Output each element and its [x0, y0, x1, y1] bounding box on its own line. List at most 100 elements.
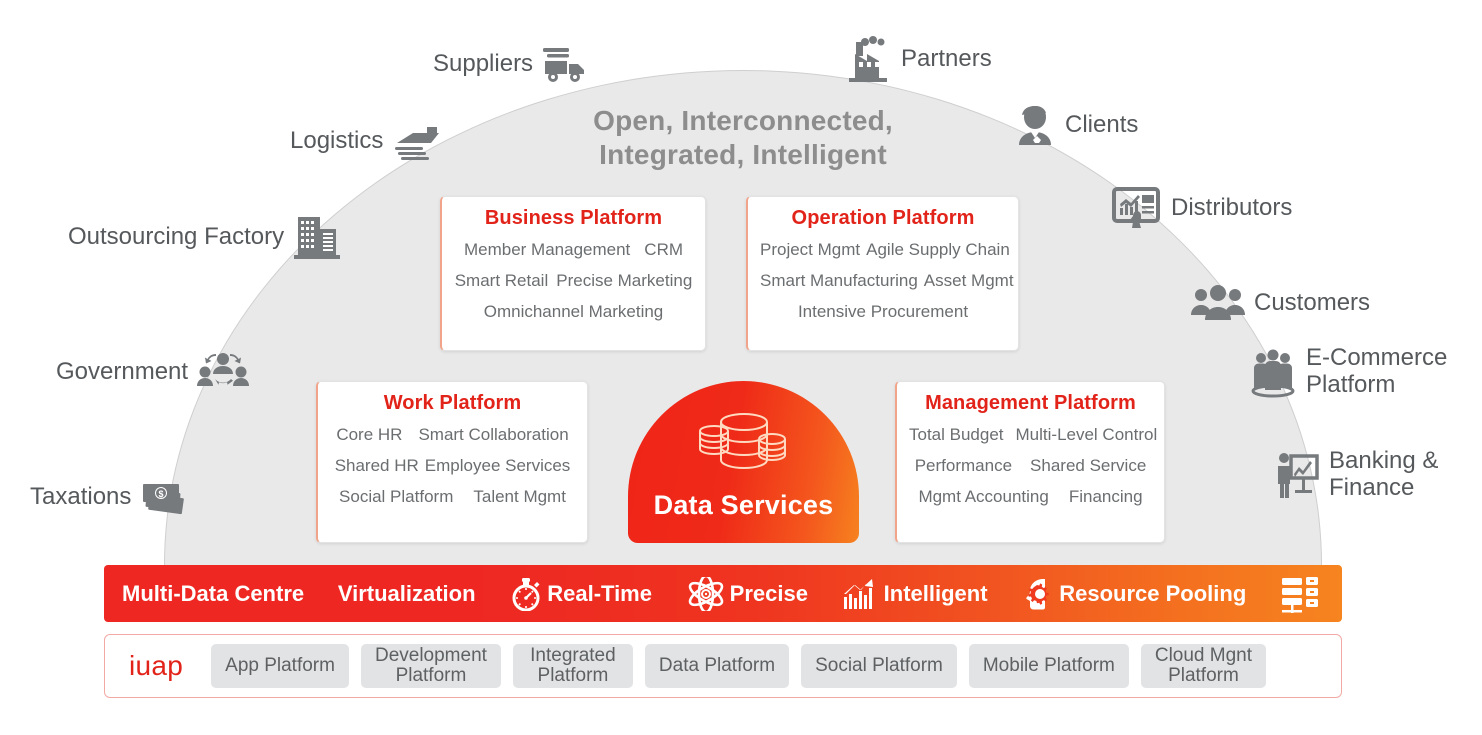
- capability-virtualization[interactable]: Virtualization: [338, 581, 476, 607]
- card-row: Smart Retail Precise Marketing: [454, 272, 693, 289]
- chip-integrated-platform[interactable]: Integrated Platform: [512, 644, 633, 688]
- chip-data-platform[interactable]: Data Platform: [644, 644, 790, 688]
- card-row: Smart Manufacturing Asset Mgmt: [760, 272, 1014, 289]
- eco-item-taxations: Taxations $: [30, 476, 191, 518]
- capability-intelligent[interactable]: Intelligent: [842, 577, 988, 611]
- data-services-label: Data Services: [653, 490, 834, 520]
- capability-label: Intelligent: [883, 580, 988, 606]
- card-item: Mgmt Accounting: [918, 487, 1049, 506]
- capability-real-time[interactable]: Real-Time: [509, 577, 652, 611]
- card-item: Asset Mgmt: [923, 271, 1014, 290]
- tablet-analytics-icon: [1111, 184, 1163, 232]
- card-business-platform[interactable]: Business Platform Member Management CRM S…: [440, 196, 706, 351]
- eco-label-ecommerce-line2: Platform: [1306, 370, 1396, 398]
- card-work-platform[interactable]: Work Platform Core HR Smart Collaboration…: [316, 381, 588, 543]
- card-row: Shared HR Employee Services: [330, 457, 575, 474]
- eco-label-government: Government: [56, 357, 189, 385]
- eco-item-ecommerce-platform: E-Commerce Platform: [1248, 344, 1448, 399]
- headline-line-2: Integrated, Intelligent: [599, 138, 887, 170]
- chip-label: Social Platform: [815, 654, 943, 676]
- capability-resource-pooling[interactable]: Resource Pooling: [1021, 577, 1246, 611]
- capability-server-rack[interactable]: [1280, 574, 1324, 614]
- card-item: Core HR: [336, 425, 403, 444]
- card-item: Talent Mgmt: [473, 487, 566, 506]
- eco-item-government: Government: [56, 350, 250, 394]
- capability-label: Multi-Data Centre: [122, 580, 305, 606]
- eco-label-banking-line1: Banking &: [1329, 447, 1439, 474]
- card-row: Omnichannel Marketing: [454, 303, 693, 320]
- chip-social-platform[interactable]: Social Platform: [801, 644, 957, 688]
- chip-mobile-platform[interactable]: Mobile Platform: [968, 644, 1129, 688]
- team-circle-icon: [1248, 346, 1298, 398]
- card-title-operation: Operation Platform: [791, 207, 975, 229]
- card-item: Member Management: [463, 240, 631, 259]
- chip-label: Cloud Mgnt Platform: [1154, 644, 1253, 686]
- eco-label-banking-finance: Banking & Finance: [1329, 447, 1439, 502]
- card-item: Multi-Level Control: [1015, 425, 1158, 444]
- card-management-platform[interactable]: Management Platform Total Budget Multi-Le…: [895, 381, 1165, 543]
- card-row: Member Management CRM: [454, 241, 693, 258]
- eco-item-suppliers: Suppliers: [433, 42, 593, 86]
- card-item: Smart Retail: [454, 271, 549, 290]
- people-network-icon: [196, 350, 250, 394]
- card-row: Social Platform Talent Mgmt: [330, 488, 575, 505]
- iuap-strip: iuap App Platform Development Platform I…: [104, 634, 1342, 698]
- card-item: Shared Service: [1030, 456, 1147, 475]
- card-row: Performance Shared Service: [909, 457, 1152, 474]
- card-row: Intensive Procurement: [760, 303, 1006, 320]
- card-item: Precise Marketing: [556, 271, 693, 290]
- card-item: Social Platform: [339, 487, 454, 506]
- eco-label-partners: Partners: [901, 44, 992, 72]
- capability-multi-data-centre[interactable]: Multi-Data Centre: [122, 581, 304, 607]
- chip-line2: Platform: [1168, 665, 1239, 686]
- chip-line1: Integrated: [530, 644, 616, 666]
- businessman-icon: [1013, 103, 1057, 147]
- card-row: Core HR Smart Collaboration: [330, 426, 575, 443]
- card-item: Agile Supply Chain: [866, 240, 1010, 259]
- chip-label: Data Platform: [658, 654, 776, 676]
- card-title-management: Management Platform: [925, 392, 1136, 414]
- chip-line1: Cloud Mgnt: [1154, 644, 1253, 666]
- eco-label-distributors: Distributors: [1171, 193, 1293, 221]
- eco-item-customers: Customers: [1190, 283, 1370, 323]
- growth-chart-icon: [842, 577, 880, 611]
- delivery-truck-icon: [541, 42, 593, 86]
- card-item: Omnichannel Marketing: [483, 302, 664, 321]
- eco-label-outsourcing-factory: Outsourcing Factory: [68, 222, 285, 250]
- presenter-chart-icon: [1273, 450, 1321, 500]
- card-item: Shared HR: [334, 456, 419, 475]
- cargo-ship-icon: [391, 121, 443, 161]
- card-item: CRM: [644, 240, 684, 259]
- eco-label-clients: Clients: [1065, 110, 1139, 138]
- eco-label-customers: Customers: [1254, 288, 1371, 316]
- svg-text:$: $: [159, 489, 164, 499]
- chip-label: Development Platform: [374, 644, 487, 686]
- chip-app-platform[interactable]: App Platform: [211, 644, 349, 688]
- card-item: Intensive Procurement: [797, 302, 969, 321]
- eco-item-banking-finance: Banking & Finance: [1273, 447, 1439, 502]
- card-item: Smart Collaboration: [418, 425, 569, 444]
- factory-icon: [843, 36, 893, 82]
- head-gear-icon: [1021, 577, 1055, 611]
- eco-label-ecommerce-platform: E-Commerce Platform: [1306, 344, 1448, 399]
- office-building-icon: [292, 213, 344, 261]
- eco-item-clients: Clients: [1013, 103, 1138, 147]
- headline-line-1: Open, Interconnected,: [593, 105, 893, 136]
- card-item: Employee Services: [424, 456, 571, 475]
- chip-development-platform[interactable]: Development Platform: [360, 644, 501, 688]
- banknotes-icon: $: [139, 476, 191, 518]
- chip-line2: Platform: [395, 665, 467, 686]
- server-rack-icon: [1280, 574, 1320, 614]
- eco-item-outsourcing-factory: Outsourcing Factory: [68, 213, 344, 261]
- capability-precise[interactable]: Precise: [686, 576, 808, 611]
- capability-label: Virtualization: [337, 580, 476, 606]
- eco-label-logistics: Logistics: [290, 126, 384, 154]
- capability-label: Resource Pooling: [1059, 580, 1247, 606]
- card-item: Financing: [1068, 487, 1143, 506]
- chip-cloud-mgnt-platform[interactable]: Cloud Mgnt Platform: [1140, 644, 1267, 688]
- card-operation-platform[interactable]: Operation Platform Project Mgmt Agile Sup…: [746, 196, 1019, 351]
- eco-item-distributors: Distributors: [1111, 184, 1292, 232]
- card-item: Performance: [914, 456, 1013, 475]
- eco-label-ecommerce-line1: E-Commerce: [1306, 344, 1448, 371]
- chip-line1: Development: [374, 644, 487, 666]
